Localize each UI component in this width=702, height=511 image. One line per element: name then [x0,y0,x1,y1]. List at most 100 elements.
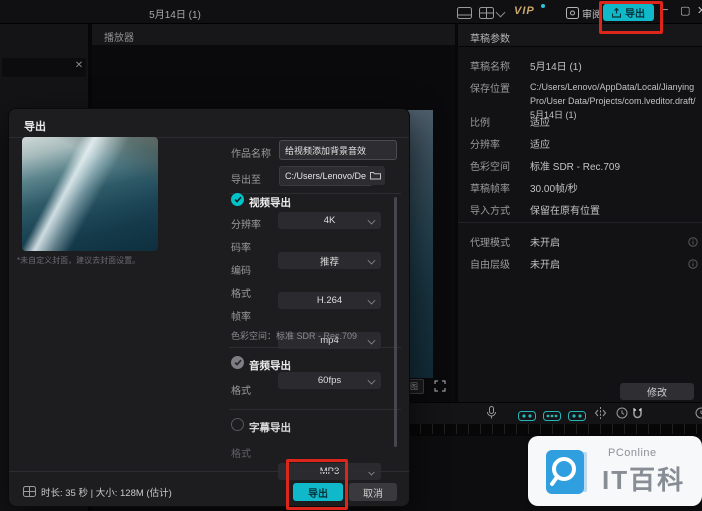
watermark: PConline IT百科 [528,436,702,506]
split-clip-icon[interactable] [594,406,607,424]
dialog-footer-divider [9,471,409,472]
browse-folder-button[interactable] [366,166,385,185]
minimize-button[interactable]: ─ [660,4,668,16]
close-button[interactable]: ✕ [697,4,702,17]
export-dialog: 导出 *未自定义封面，建议去封面设置。 作品名称 给视频添加背景音效 导出至 C… [8,108,410,507]
video-row-label: 分辨率 [231,216,261,231]
player-panel-header: 播放器 [92,24,455,46]
draft-row-value: 适应 [530,114,550,129]
dest-field-input[interactable]: C:/Users/Lenovo/Deskt... [279,166,373,186]
dialog-section-divider-3 [229,409,401,410]
cover-thumbnail[interactable] [22,137,158,251]
maximize-button[interactable]: ▢ [680,4,690,17]
draft-row-value: 未开启 [530,234,560,249]
export-icon [612,8,621,18]
chevron-down-icon [368,296,376,304]
dest-field-value: C:/Users/Lenovo/Deskt... [285,171,373,181]
watermark-title: IT百科 [602,460,685,497]
modify-button[interactable]: 修改 [620,383,694,400]
dialog-section-divider-1 [229,193,401,194]
name-field-value: 给视频添加背景音效 [285,144,366,157]
export-confirm-button[interactable]: 导出 [293,483,343,501]
cancel-button[interactable]: 取消 [349,483,397,501]
video-export-title: 视频导出 [249,195,291,210]
cancel-label: 取消 [363,485,383,500]
chevron-down-icon [368,376,376,384]
watermark-brand: PConline [608,447,657,459]
export-dialog-title: 导出 [24,118,46,134]
draft-row-label: 草稿帧率 [470,180,510,195]
export-meta: 时长: 35 秒 | 大小: 128M (估计) [41,485,172,499]
bitrate-select[interactable]: 推荐 [278,252,381,269]
app-window: ✕ 播放器 底图 草稿参数 草稿名称 5月14日 (1) 保存 [0,0,702,511]
draft-row-label: 保存位置 [470,80,510,95]
subtitle-export-checkbox[interactable] [231,418,244,431]
draft-row-value: 标准 SDR - Rec.709 [530,158,620,173]
chevron-down-icon [368,256,376,264]
draft-row-label: 比例 [470,114,490,129]
framerate-value: 60fps [318,375,341,386]
dialog-scrollbar[interactable] [394,197,397,447]
review-button[interactable]: 审阅 [582,6,602,21]
layer-info-icon[interactable] [688,256,698,274]
record-voice-icon[interactable] [486,406,497,424]
audio-export-title: 音频导出 [249,358,291,373]
vip-notification-dot [541,4,545,8]
bitrate-value: 推荐 [320,254,339,268]
chevron-down-icon [368,336,376,344]
audio-export-checkbox[interactable] [231,356,244,369]
draft-panel-title: 草稿参数 [470,30,510,45]
cover-note: *未自定义封面，建议去封面设置。 [17,255,140,266]
draft-row-value: 5月14日 (1) [530,58,582,73]
subtitle-format-label: 格式 [231,445,251,460]
magnet-snap-icon[interactable] [632,406,643,424]
name-field-label: 作品名称 [231,145,271,160]
audio-format-label: 格式 [231,382,251,397]
video-row-label: 码率 [231,239,251,254]
timeline-ruler[interactable] [408,424,702,434]
export-button-top[interactable]: 导出 [603,4,654,21]
subtitle-export-title: 字幕导出 [249,420,291,435]
draft-row-label: 色彩空间 [470,158,510,173]
watermark-book-icon [544,448,592,501]
review-icon[interactable] [566,6,579,24]
draft-row-value: 未开启 [530,256,560,271]
player-panel-title: 播放器 [104,29,134,44]
project-title: 5月14日 (1) [120,6,230,21]
draft-panel-header: 草稿参数 [458,24,702,47]
draft-row-label: 导入方式 [470,202,510,217]
draft-row-value: 30.00帧/秒 [530,180,578,195]
draft-row-label: 草稿名称 [470,58,510,73]
name-field-input[interactable]: 给视频添加背景音效 [279,140,397,160]
dialog-section-divider-2 [229,347,401,348]
draft-row-label: 自由层级 [470,256,510,271]
fullscreen-icon[interactable] [434,379,446,397]
dest-field-label: 导出至 [231,171,261,186]
chevron-down-icon [368,216,376,224]
layout-grid-icon[interactable] [479,6,494,24]
color-space-note: 色彩空间：标准 SDR - Rec.709 [231,329,357,342]
draft-row-value: 适应 [530,136,550,151]
draft-row-label: 代理模式 [470,234,510,249]
undo-history-icon[interactable] [695,406,702,424]
codec-value: H.264 [317,295,342,306]
video-row-label: 帧率 [231,308,251,323]
folder-icon [370,171,381,180]
timecode-icon[interactable] [616,406,628,424]
video-export-checkbox[interactable] [231,193,244,206]
framerate-select[interactable]: 60fps [278,372,381,389]
resolution-select[interactable]: 4K [278,212,381,229]
draft-row-value: C:/Users/Lenovo/AppData/Local/JianyingPr… [530,80,696,122]
codec-select[interactable]: H.264 [278,292,381,309]
layout-single-icon[interactable] [457,6,472,24]
draft-panel-divider [458,222,702,223]
proxy-info-icon[interactable] [688,234,698,252]
draft-row-value: 保留在原有位置 [530,202,600,217]
video-row-label: 编码 [231,262,251,277]
vip-badge[interactable]: VIP [514,5,535,17]
export-confirm-label: 导出 [308,485,328,500]
clear-search-icon[interactable]: ✕ [73,60,85,72]
duration-icon [23,484,36,502]
draft-row-label: 分辨率 [470,136,500,151]
resolution-value: 4K [324,215,336,226]
